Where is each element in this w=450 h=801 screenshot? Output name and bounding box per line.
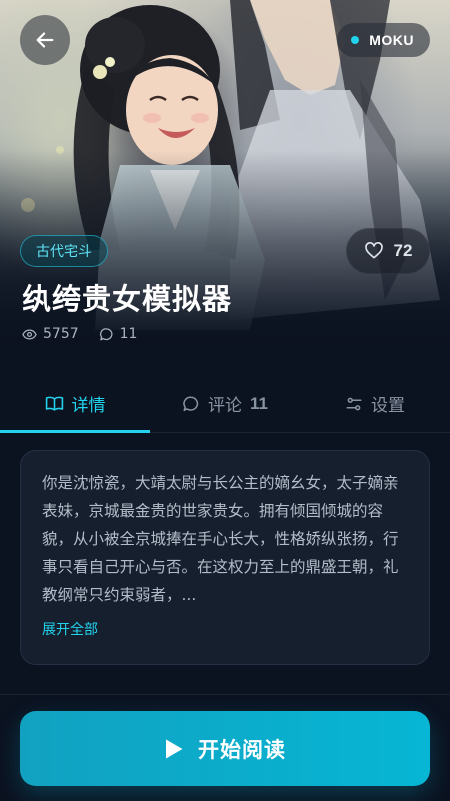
tab-details-label: 详情 — [71, 396, 106, 416]
tab-comments-count: 11 — [250, 393, 268, 413]
status-dot — [351, 36, 360, 44]
cover-hero: MOKU 古代宅斗 72 纨绔贵女模拟器 5757 11 — [0, 0, 450, 375]
tab-settings-label: 设置 — [371, 396, 405, 416]
synopsis-text: 你是沈惊瓷，大靖太尉与长公主的嫡幺女，太子嫡亲表妹，京城最金贵的世家贵女。拥有倾… — [42, 474, 399, 604]
expand-all-link[interactable]: 展开全部 — [42, 619, 408, 639]
story-stats: 5757 11 — [22, 326, 137, 342]
sliders-icon — [346, 397, 362, 410]
genre-tag[interactable]: 古代宅斗 — [20, 235, 108, 267]
comment-icon — [183, 396, 199, 411]
heart-icon — [364, 242, 383, 259]
view-count: 5757 — [43, 326, 79, 342]
like-count: 72 — [393, 241, 413, 260]
arrow-left-icon — [36, 32, 54, 48]
story-title: 纨绔贵女模拟器 — [22, 282, 233, 316]
start-reading-label: 开始阅读 — [198, 737, 286, 762]
comment-stat: 11 — [99, 326, 138, 342]
start-reading-button[interactable]: 开始阅读 — [20, 711, 430, 786]
synopsis-card: 你是沈惊瓷，大靖太尉与长公主的嫡幺女，太子嫡亲表妹，京城最金贵的世家贵女。拥有倾… — [20, 450, 430, 665]
tab-comments-label: 评论 — [208, 396, 242, 416]
brand-label: MOKU — [369, 32, 414, 48]
tab-settings[interactable]: 设置 — [300, 375, 450, 432]
brand-badge: MOKU — [337, 23, 430, 57]
divider — [0, 694, 450, 695]
like-button[interactable]: 72 — [346, 228, 430, 274]
comment-count: 11 — [119, 326, 138, 342]
eye-icon — [22, 328, 37, 340]
back-button[interactable] — [20, 15, 70, 65]
tab-bar: 详情 评论 11 设置 — [0, 375, 450, 433]
book-open-icon — [45, 396, 63, 411]
play-icon — [166, 739, 183, 758]
tab-details[interactable]: 详情 — [0, 375, 150, 433]
view-stat: 5757 — [22, 326, 79, 342]
tab-comments[interactable]: 评论 11 — [150, 375, 300, 432]
comment-icon — [99, 327, 113, 340]
